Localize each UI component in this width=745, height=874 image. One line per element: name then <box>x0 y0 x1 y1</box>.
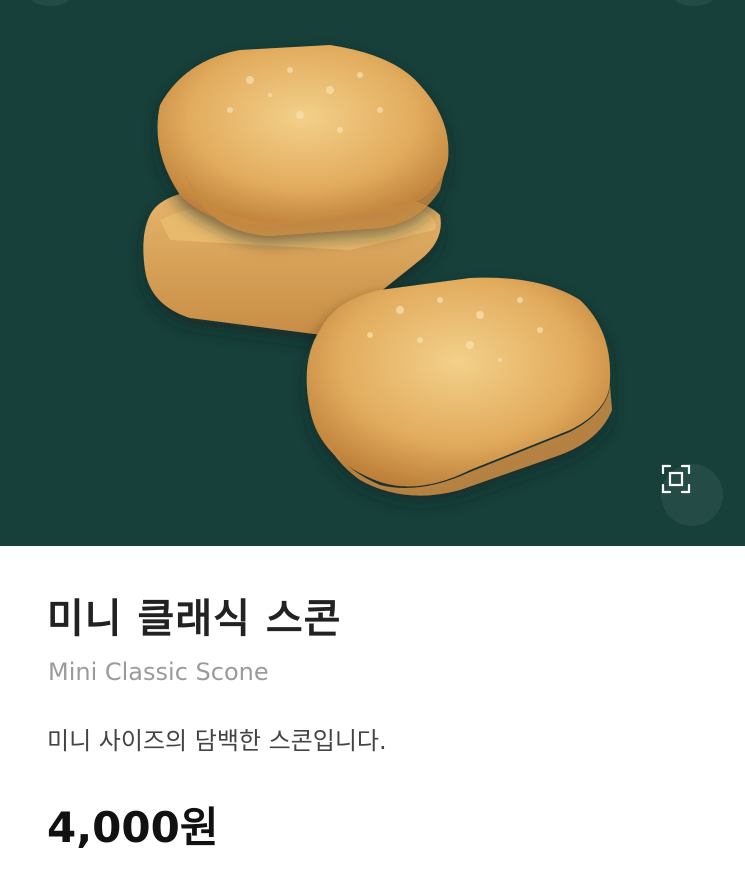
expand-frame-icon <box>661 464 691 494</box>
product-name-korean: 미니 클래식 스콘 <box>47 596 342 642</box>
product-price: 4,000원 <box>47 803 219 852</box>
product-info: 미니 클래식 스콘 Mini Classic Scone 미니 사이즈의 담백한… <box>0 546 745 874</box>
product-name-english: Mini Classic Scone <box>48 658 269 686</box>
zoom-button[interactable] <box>661 464 723 526</box>
scone-illustration <box>143 45 612 496</box>
product-image <box>0 0 745 546</box>
product-description: 미니 사이즈의 담백한 스콘입니다. <box>47 727 387 755</box>
